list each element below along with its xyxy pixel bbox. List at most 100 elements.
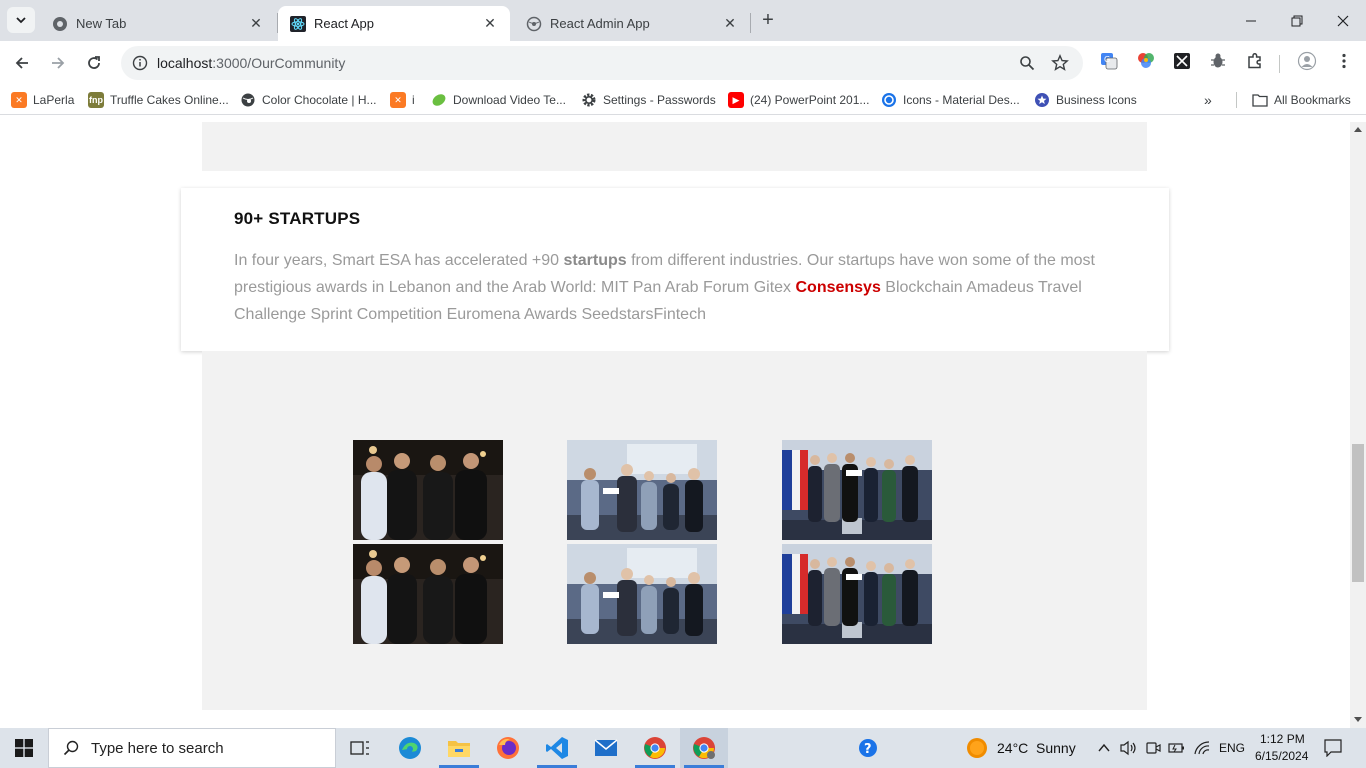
- xampp-icon: ✕: [11, 92, 27, 108]
- all-bookmarks-button[interactable]: All Bookmarks: [1252, 91, 1351, 109]
- section-description: In four years, Smart ESA has accelerated…: [234, 247, 1114, 328]
- profile-icon[interactable]: [1296, 50, 1318, 72]
- bookmark-download-video[interactable]: Download Video Te...: [431, 91, 566, 109]
- back-button[interactable]: [8, 49, 36, 77]
- tab-title: New Tab: [76, 16, 127, 31]
- bookmark-label: All Bookmarks: [1274, 93, 1351, 107]
- tab-strip: New Tab ✕ React App ✕ React Admin App ✕ …: [0, 0, 1366, 41]
- close-icon[interactable]: ✕: [722, 15, 738, 32]
- gallery-photo[interactable]: [782, 544, 932, 644]
- clock-time[interactable]: 1:12 PM: [1260, 732, 1305, 746]
- edge-app[interactable]: [386, 728, 434, 768]
- gallery-photo[interactable]: [353, 440, 503, 540]
- kebab-menu-icon[interactable]: [1333, 50, 1355, 72]
- forward-button[interactable]: [44, 49, 72, 77]
- scroll-up-arrow-icon[interactable]: [1354, 127, 1362, 132]
- windows-logo-icon: [15, 739, 33, 757]
- bookmark-i[interactable]: ✕ i: [390, 91, 415, 109]
- tab-react-admin-app[interactable]: React Admin App ✕: [514, 6, 750, 41]
- fnp-icon: fnp: [88, 92, 104, 108]
- folder-icon: [448, 741, 470, 757]
- gallery-photo[interactable]: [782, 440, 932, 540]
- bookmark-laperla[interactable]: ✕ LaPerla: [11, 91, 74, 109]
- arrow-left-icon: [15, 57, 28, 69]
- scrollbar-thumb[interactable]: [1352, 444, 1364, 582]
- toolbar-divider: [1279, 55, 1280, 73]
- bookmark-color-chocolate[interactable]: Color Chocolate | H...: [240, 91, 377, 109]
- url-path: :3000/OurCommunity: [212, 55, 346, 71]
- react-icon: [290, 15, 306, 32]
- volume-icon[interactable]: [1120, 740, 1138, 761]
- minimize-icon: [1246, 20, 1256, 21]
- weather-sun-icon[interactable]: [966, 737, 988, 759]
- start-button[interactable]: [0, 728, 48, 768]
- firefox-app[interactable]: [484, 728, 532, 768]
- folder-icon: [1252, 92, 1268, 108]
- file-explorer-app[interactable]: [435, 728, 483, 768]
- help-app[interactable]: ?: [844, 728, 892, 768]
- scroll-down-arrow-icon[interactable]: [1354, 717, 1362, 722]
- wifi-icon[interactable]: [1193, 740, 1211, 761]
- double-chevron-right-icon: »: [1204, 92, 1212, 108]
- clock-date[interactable]: 6/15/2024: [1255, 749, 1308, 763]
- task-view-button[interactable]: [336, 728, 384, 768]
- screenshot-extension-icon[interactable]: [1171, 50, 1193, 72]
- bookmark-powerpoint[interactable]: ▶ (24) PowerPoint 201...: [728, 91, 869, 109]
- page-scrollbar[interactable]: [1350, 122, 1366, 728]
- gallery-photo[interactable]: [567, 544, 717, 644]
- bookmark-star-icon[interactable]: [1049, 52, 1071, 74]
- url-text: localhost:3000/OurCommunity: [157, 55, 345, 71]
- weather-temperature[interactable]: 24°C: [997, 740, 1028, 756]
- language-indicator[interactable]: ENG: [1219, 741, 1245, 755]
- address-bar[interactable]: localhost:3000/OurCommunity: [121, 46, 1083, 80]
- notification-icon[interactable]: [1324, 739, 1342, 762]
- gallery-photo[interactable]: [353, 544, 503, 644]
- color-picker-extension-icon[interactable]: [1135, 50, 1157, 72]
- close-window-button[interactable]: [1320, 0, 1366, 41]
- globe-icon: [526, 16, 542, 32]
- minimize-button[interactable]: [1228, 0, 1274, 41]
- tab-search-button[interactable]: [7, 7, 35, 33]
- bug-extension-icon[interactable]: [1207, 50, 1229, 72]
- leaf-icon: [431, 92, 447, 108]
- puzzle-icon[interactable]: [1244, 50, 1266, 72]
- bookmark-label: Settings - Passwords: [603, 93, 716, 107]
- site-info-icon[interactable]: [129, 52, 151, 74]
- vscode-app[interactable]: [533, 728, 581, 768]
- weather-condition[interactable]: Sunny: [1036, 740, 1076, 756]
- new-tab-button[interactable]: +: [757, 8, 779, 32]
- restore-icon: [1291, 15, 1303, 26]
- vscode-icon: [546, 737, 568, 759]
- section-title: 90+ STARTUPS: [234, 209, 361, 228]
- battery-icon[interactable]: [1168, 740, 1186, 761]
- tab-react-app[interactable]: React App ✕: [278, 6, 510, 41]
- bookmark-label: Truffle Cakes Online...: [110, 93, 229, 107]
- tab-title: React Admin App: [550, 16, 650, 31]
- bookmark-settings-passwords[interactable]: Settings - Passwords: [581, 91, 716, 109]
- windows-taskbar: Type here to search ? 24°C Sunny ENG 1:1…: [0, 728, 1366, 768]
- chevron-up-icon[interactable]: [1097, 741, 1111, 759]
- zoom-icon[interactable]: [1016, 52, 1038, 74]
- bookmark-material-icons[interactable]: Icons - Material Des...: [881, 91, 1020, 109]
- gallery-photo[interactable]: [567, 440, 717, 540]
- mail-app[interactable]: [582, 728, 630, 768]
- svg-text:?: ?: [864, 742, 872, 757]
- bookmark-business-icons[interactable]: Business Icons: [1034, 91, 1137, 109]
- bookmark-label: Color Chocolate | H...: [262, 93, 377, 107]
- chrome-icon: [693, 737, 715, 759]
- translate-extension-icon[interactable]: G: [1098, 50, 1120, 72]
- restore-button[interactable]: [1274, 0, 1320, 41]
- chrome-profile-app[interactable]: [680, 728, 728, 768]
- chrome-icon: [644, 737, 666, 759]
- tab-new-tab[interactable]: New Tab ✕: [40, 6, 276, 41]
- more-bookmarks-button[interactable]: »: [1204, 91, 1212, 109]
- bookmark-label: i: [412, 93, 415, 107]
- chrome-app[interactable]: [631, 728, 679, 768]
- meet-now-icon[interactable]: [1145, 740, 1161, 761]
- close-icon[interactable]: ✕: [248, 15, 264, 32]
- close-icon[interactable]: ✕: [482, 15, 498, 32]
- taskbar-search-box[interactable]: Type here to search: [48, 728, 336, 768]
- firefox-icon: [497, 737, 519, 759]
- reload-button[interactable]: [80, 49, 108, 77]
- bookmark-truffle-cakes[interactable]: fnp Truffle Cakes Online...: [88, 91, 229, 109]
